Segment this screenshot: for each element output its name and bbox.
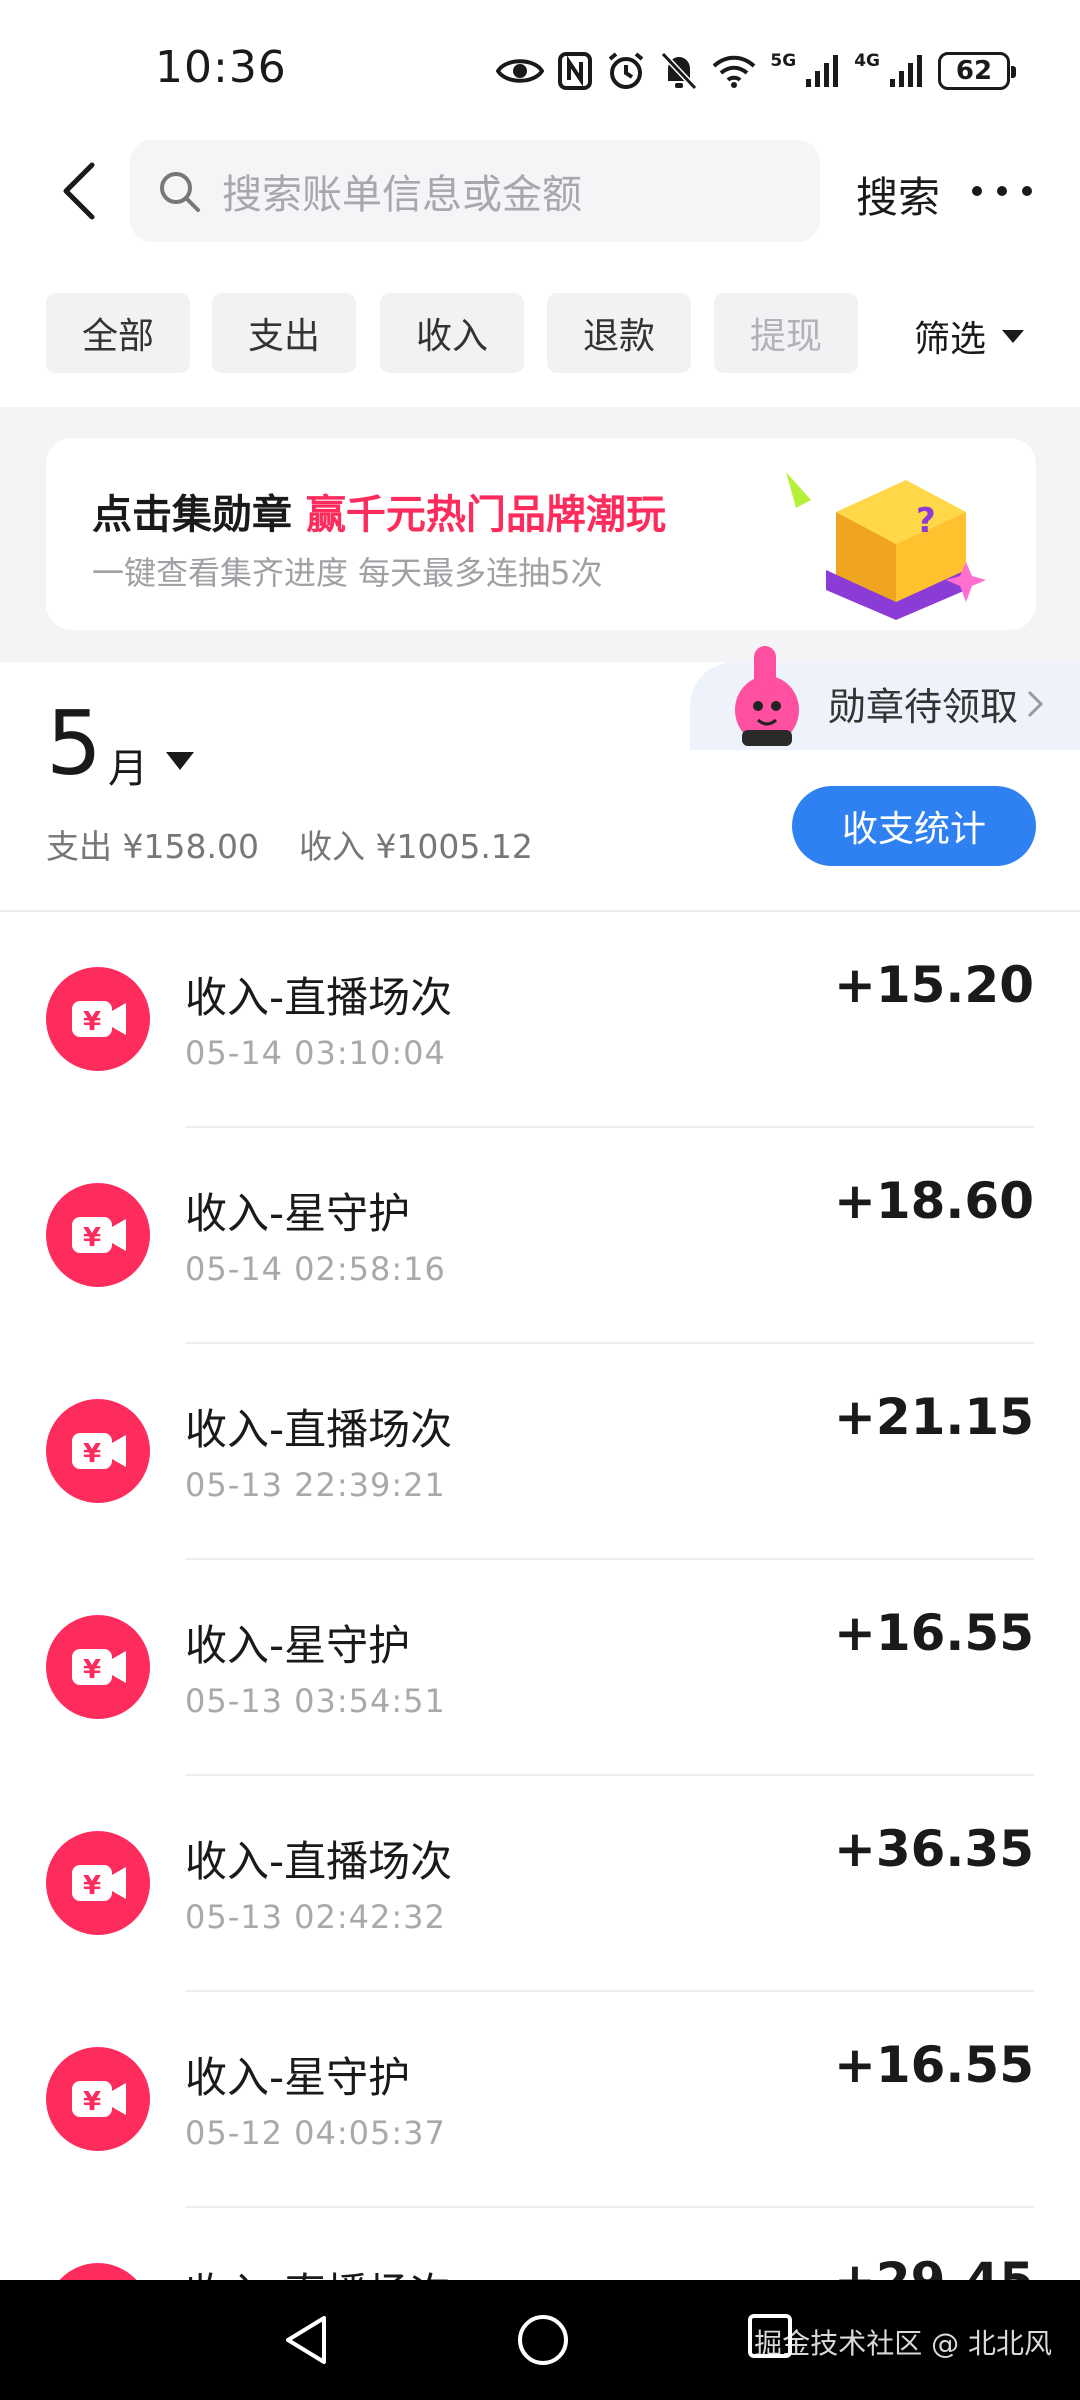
live-income-icon: ¥: [46, 1183, 150, 1287]
banner-title: 点击集勋章 赢千元热门品牌潮玩: [92, 482, 666, 540]
nav-home-icon[interactable]: [515, 2312, 571, 2368]
banner-title-prefix: 点击集勋章: [92, 492, 306, 538]
battery-indicator: 62: [938, 52, 1016, 90]
signal-5g-label: 5G: [770, 51, 797, 71]
transaction-title: 收入-星守护: [185, 1621, 411, 1670]
transaction-title: 收入-直播场次: [185, 1837, 453, 1886]
stats-button[interactable]: 收支统计: [792, 786, 1036, 866]
signal-4g-label: 4G: [854, 51, 880, 71]
status-time: 10:36: [155, 42, 287, 93]
filter-chip-income[interactable]: 收入: [380, 293, 524, 373]
transaction-amount: +15.20: [833, 956, 1034, 1014]
search-header: 搜索账单信息或金额 搜索: [0, 140, 1080, 242]
svg-text:¥: ¥: [83, 1655, 101, 1685]
transaction-title: 收入-直播场次: [185, 1405, 453, 1454]
transaction-time: 05-13 22:39:21: [185, 1466, 446, 1504]
thumbs-up-mascot-icon: [735, 646, 799, 746]
back-arrow-icon: [63, 162, 95, 220]
transaction-row[interactable]: ¥ 收入-直播场次 +29.45: [0, 2208, 1080, 2280]
alarm-icon: [609, 52, 644, 89]
mystery-box-icon: ?: [786, 472, 986, 620]
search-placeholder: 搜索账单信息或金额: [222, 172, 582, 218]
transaction-time: 05-14 02:58:16: [185, 1250, 446, 1288]
month-income: 收入 ¥1005.12: [298, 827, 533, 866]
transaction-amount: +16.55: [833, 2036, 1034, 2094]
status-bar: 10:36 5G 4G 62: [0, 0, 1080, 130]
status-icons: 5G 4G 62: [496, 46, 1016, 96]
month-caret-down-icon[interactable]: [166, 752, 194, 770]
transaction-amount: +18.60: [833, 1172, 1034, 1230]
search-input[interactable]: 搜索账单信息或金额: [130, 140, 820, 242]
back-button[interactable]: [48, 158, 108, 224]
nav-back-icon[interactable]: [280, 2312, 336, 2368]
svg-text:¥: ¥: [83, 2087, 101, 2117]
promo-banner[interactable]: 点击集勋章 赢千元热门品牌潮玩 一键查看集齐进度 每天最多连抽5次 ?: [46, 438, 1036, 630]
transaction-amount: +29.45: [834, 2252, 1034, 2280]
transaction-amount: +36.35: [833, 1820, 1034, 1878]
live-income-icon: ¥: [59, 2263, 137, 2280]
month-unit[interactable]: 月: [108, 736, 148, 794]
filter-chip-refund[interactable]: 退款: [547, 293, 691, 373]
badge-claim-label[interactable]: 勋章待领取: [828, 676, 1044, 731]
search-icon: [160, 172, 200, 212]
filter-bar: 全部 支出 收入 退款 提现 筛选: [46, 293, 1046, 373]
transaction-title: 收入-直播场次: [185, 2260, 452, 2280]
transaction-row[interactable]: ¥ 收入-星守护 05-12 04:05:37 +16.55: [0, 1992, 1080, 2208]
month-expense: 支出 ¥158.00: [46, 827, 259, 866]
month-totals: 支出 ¥158.00 收入 ¥1005.12: [46, 820, 533, 868]
live-income-icon: ¥: [46, 1615, 150, 1719]
wifi-icon: [713, 55, 756, 88]
transaction-title: 收入-星守护: [185, 2053, 411, 2102]
badge-claim-text: 勋章待领取: [828, 685, 1019, 729]
transaction-time: 05-12 04:05:37: [185, 2114, 446, 2152]
live-income-icon: ¥: [46, 2047, 150, 2151]
svg-text:¥: ¥: [83, 1223, 101, 1253]
filter-dropdown[interactable]: 筛选: [914, 310, 1025, 362]
search-button[interactable]: 搜索: [856, 164, 940, 225]
eye-icon: [496, 59, 545, 83]
live-income-icon: ¥: [46, 1399, 150, 1503]
transaction-list: ¥ 收入-直播场次 05-14 03:10:04 +15.20 ¥ 收入-星守护…: [0, 912, 1080, 2280]
filter-dropdown-label: 筛选: [914, 319, 987, 360]
watermark: 掘金技术社区 @ 北北风: [754, 2327, 1052, 2360]
banner-title-highlight: 赢千元热门品牌潮玩: [305, 492, 666, 538]
transaction-title: 收入-直播场次: [185, 973, 453, 1022]
transaction-row[interactable]: ¥ 收入-直播场次 05-13 22:39:21 +21.15: [0, 1344, 1080, 1560]
transaction-time: 05-13 03:54:51: [185, 1682, 446, 1720]
svg-text:¥: ¥: [83, 1871, 101, 1901]
transaction-title: 收入-星守护: [185, 1189, 411, 1238]
svg-text:¥: ¥: [83, 1007, 101, 1037]
chevron-right-icon: [1027, 690, 1044, 717]
transaction-row[interactable]: ¥ 收入-直播场次 05-14 03:10:04 +15.20: [0, 912, 1080, 1128]
caret-down-icon: [1002, 329, 1025, 343]
system-nav-bar: 掘金技术社区 @ 北北风: [0, 2280, 1080, 2400]
transaction-amount: +16.55: [833, 1604, 1034, 1662]
svg-text:¥: ¥: [83, 1439, 101, 1469]
mute-bell-icon: [661, 51, 698, 91]
filter-chip-expense[interactable]: 支出: [212, 293, 356, 373]
banner-subtitle: 一键查看集齐进度 每天最多连抽5次: [92, 554, 603, 592]
transaction-row[interactable]: ¥ 收入-星守护 05-13 03:54:51 +16.55: [0, 1560, 1080, 1776]
transaction-time: 05-14 03:10:04: [185, 1034, 446, 1072]
transaction-row[interactable]: ¥ 收入-星守护 05-14 02:58:16 +18.60: [0, 1128, 1080, 1344]
signal-4g-icon: [890, 55, 922, 87]
month-number[interactable]: 5: [46, 700, 102, 788]
filter-chip-all[interactable]: 全部: [46, 293, 190, 373]
nfc-icon: [558, 52, 593, 90]
signal-5g-icon: [806, 55, 839, 87]
transaction-time: 05-13 02:42:32: [185, 1898, 446, 1936]
filter-chip-withdraw[interactable]: 提现: [714, 293, 858, 373]
transaction-row[interactable]: ¥ 收入-直播场次 05-13 02:42:32 +36.35: [0, 1776, 1080, 1992]
live-income-icon: ¥: [46, 967, 150, 1071]
svg-text:?: ?: [916, 501, 936, 541]
more-options-button[interactable]: [972, 174, 1032, 208]
live-income-icon: ¥: [46, 1831, 150, 1935]
transaction-amount: +21.15: [833, 1388, 1034, 1446]
